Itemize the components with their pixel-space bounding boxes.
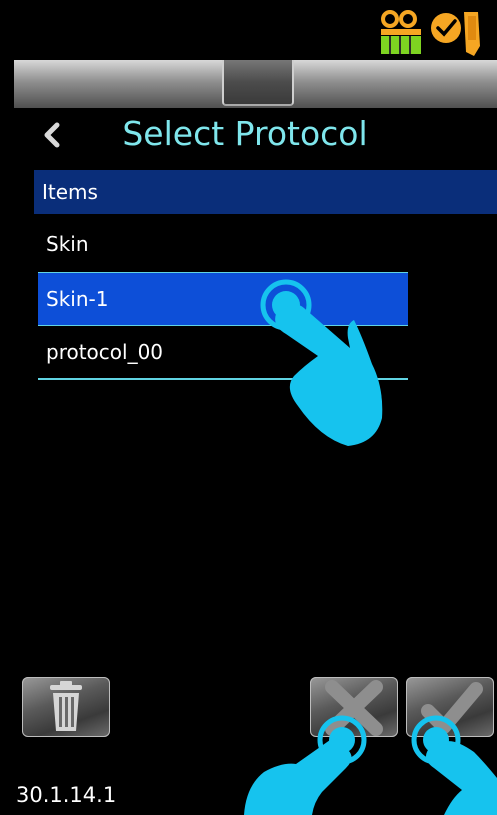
delete-button[interactable] — [22, 677, 110, 737]
trash-icon — [50, 681, 82, 731]
list-header-label: Items — [42, 180, 98, 204]
screen: Select Protocol Items Skin Skin-1 protoc… — [0, 0, 497, 815]
probe-icon — [431, 12, 480, 56]
drawer-handle[interactable] — [222, 60, 294, 106]
tap-hand-icon — [244, 715, 367, 815]
drawer-bar — [14, 60, 497, 108]
list-item[interactable]: Skin — [38, 218, 408, 272]
list-header: Items — [34, 170, 497, 214]
page-title: Select Protocol — [122, 114, 368, 153]
battery-icon — [381, 10, 421, 54]
status-bar — [14, 0, 497, 60]
tap-hand-icon — [411, 715, 497, 815]
version-label: 30.1.14.1 — [16, 783, 117, 807]
tap-hand-icon — [260, 279, 383, 446]
